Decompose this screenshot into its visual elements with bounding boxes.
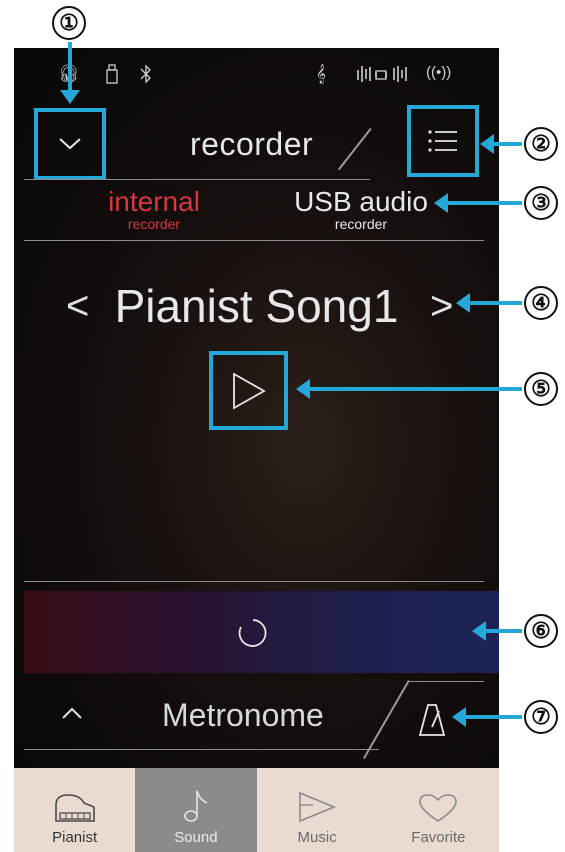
callout-7: ⑦ (524, 700, 558, 734)
callout-5: ⑤ (524, 372, 558, 406)
callout-1: ① (52, 6, 86, 40)
callout-4: ④ (524, 286, 558, 320)
callout-arrows (60, 42, 522, 727)
callout-2: ② (524, 127, 558, 161)
callout-3: ③ (524, 186, 558, 220)
callout-6: ⑥ (524, 614, 558, 648)
